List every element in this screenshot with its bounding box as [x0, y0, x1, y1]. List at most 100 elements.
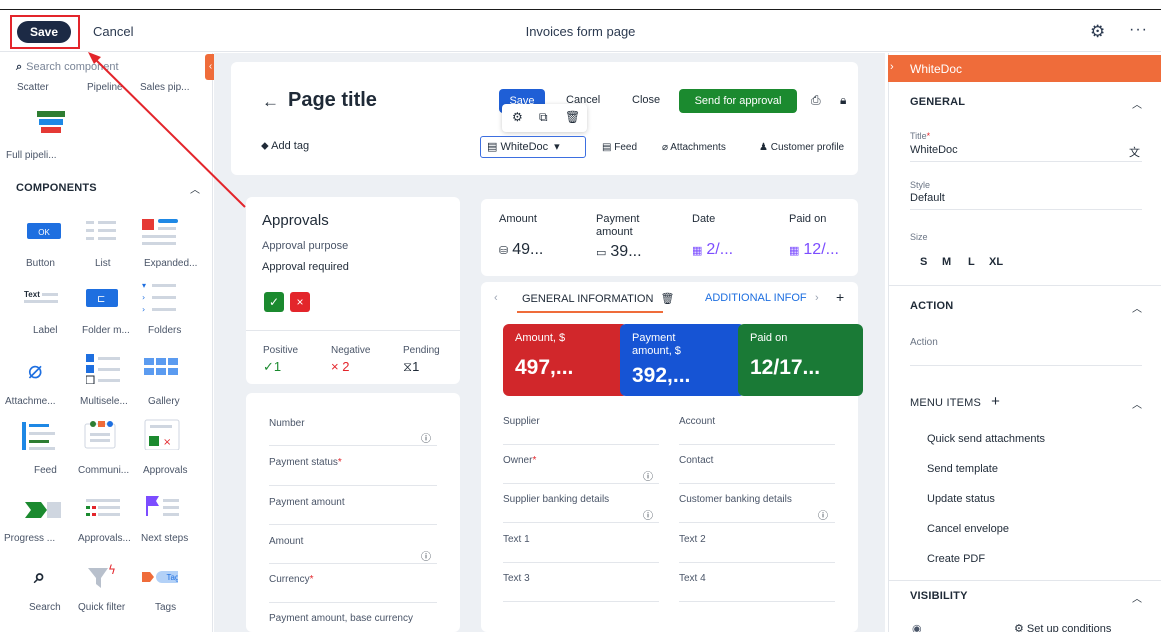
- printer-icon[interactable]: ⎙: [811, 93, 821, 108]
- palette-item-list[interactable]: List: [95, 258, 111, 269]
- info-icon[interactable]: ⓘ: [643, 507, 653, 522]
- funnel-chart-icon[interactable]: [34, 108, 70, 140]
- style-field-select[interactable]: Default: [910, 192, 945, 204]
- title-field-input[interactable]: WhiteDoc: [910, 144, 958, 156]
- palette-item-full-pipeline[interactable]: Full pipeli...: [6, 150, 57, 161]
- palette-item-attachments[interactable]: Attachme...: [5, 396, 56, 407]
- send-for-approval-button[interactable]: Send for approval: [679, 89, 797, 113]
- component-search[interactable]: ⌕ Search component: [16, 61, 119, 74]
- reject-button[interactable]: ×: [290, 292, 310, 312]
- palette-item-communication[interactable]: Communi...: [78, 465, 129, 476]
- tab-attachments[interactable]: ⌀ Attachments: [662, 142, 726, 153]
- add-tab-icon[interactable]: +: [836, 289, 844, 305]
- palette-item-approvals[interactable]: Approvals: [143, 465, 187, 476]
- folders-component-icon[interactable]: ▾ › ›: [142, 280, 178, 312]
- info-icon[interactable]: ⓘ: [421, 548, 431, 563]
- form-close-button[interactable]: Close: [632, 94, 660, 106]
- attachment-paperclip-icon[interactable]: ⌀: [24, 352, 60, 384]
- palette-item-progress[interactable]: Progress ...: [4, 533, 55, 544]
- field-text-4[interactable]: Text 4: [679, 573, 706, 584]
- field-customer-banking[interactable]: Customer banking details: [679, 494, 792, 505]
- info-icon[interactable]: ⓘ: [421, 430, 431, 445]
- palette-item-quick-filter[interactable]: Quick filter: [78, 602, 125, 613]
- field-payment-amount[interactable]: Payment amount: [269, 497, 345, 508]
- field-supplier[interactable]: Supplier: [503, 416, 540, 427]
- chevron-up-icon[interactable]: ︿: [190, 181, 200, 196]
- size-option-l[interactable]: L: [968, 256, 975, 268]
- copy-icon[interactable]: ⧉: [539, 110, 548, 125]
- menu-item-update-status[interactable]: Update status: [927, 493, 995, 505]
- palette-item-feed[interactable]: Feed: [34, 465, 57, 476]
- approve-button[interactable]: ✓: [264, 292, 284, 312]
- palette-item-tags[interactable]: Tags: [155, 602, 176, 613]
- palette-item-multiselect[interactable]: Multisele...: [80, 396, 128, 407]
- palette-item-sales-pipeline[interactable]: Sales pip...: [140, 82, 189, 93]
- field-text-1[interactable]: Text 1: [503, 534, 530, 545]
- collapse-right-panel-icon[interactable]: ›: [890, 61, 894, 73]
- quick-filter-icon[interactable]: ϟ: [88, 562, 124, 594]
- tab-additional-information[interactable]: ADDITIONAL INFOF: [705, 292, 807, 304]
- chevron-up-icon[interactable]: ︿: [1132, 300, 1142, 315]
- palette-item-approvals-list[interactable]: Approvals...: [78, 533, 131, 544]
- search-input[interactable]: Search component: [26, 61, 118, 73]
- search-component-icon[interactable]: ⌕: [34, 566, 45, 589]
- multiselect-component-icon[interactable]: [86, 352, 122, 384]
- field-amount[interactable]: Amount: [269, 536, 303, 547]
- field-contact[interactable]: Contact: [679, 455, 713, 466]
- approvals-list-icon[interactable]: [86, 496, 122, 528]
- palette-item-scatter[interactable]: Scatter: [17, 82, 49, 93]
- approvals-component-icon[interactable]: ×: [144, 418, 180, 450]
- trash-icon[interactable]: 🗑︎: [565, 110, 580, 124]
- progress-bar-icon[interactable]: [25, 498, 61, 530]
- label-component-icon[interactable]: Text: [24, 283, 60, 315]
- list-component-icon[interactable]: [84, 217, 120, 249]
- translate-icon[interactable]: 文: [1129, 144, 1140, 160]
- field-account[interactable]: Account: [679, 416, 715, 427]
- lock-icon[interactable]: 🔒︎: [840, 93, 846, 108]
- tab-customer-profile[interactable]: ♟ Customer profile: [759, 142, 844, 153]
- info-icon[interactable]: ⓘ: [818, 507, 828, 522]
- palette-item-button[interactable]: Button: [26, 258, 55, 269]
- next-steps-flag-icon[interactable]: [145, 494, 181, 526]
- chevron-up-icon[interactable]: ︿: [1132, 590, 1142, 605]
- settings-gear-icon[interactable]: ⚙: [1090, 22, 1105, 42]
- tabs-scroll-right-icon[interactable]: ›: [815, 292, 819, 304]
- palette-item-label[interactable]: Label: [33, 325, 57, 336]
- expanded-list-icon[interactable]: [142, 217, 178, 249]
- info-icon[interactable]: ⓘ: [643, 468, 653, 483]
- chevron-up-icon[interactable]: ︿: [1132, 96, 1142, 111]
- palette-item-gallery[interactable]: Gallery: [148, 396, 180, 407]
- paid-on-tile[interactable]: Paid on 12/17...: [738, 324, 863, 396]
- size-option-xl[interactable]: XL: [989, 256, 1003, 268]
- menu-item-quick-send[interactable]: Quick send attachments: [927, 433, 1045, 445]
- palette-item-pipeline[interactable]: Pipeline: [87, 82, 123, 93]
- add-menu-item-icon[interactable]: +: [991, 393, 1000, 410]
- field-text-2[interactable]: Text 2: [679, 534, 706, 545]
- element-settings-icon[interactable]: ⚙: [512, 110, 523, 124]
- summary-card[interactable]: [481, 199, 858, 276]
- menu-item-create-pdf[interactable]: Create PDF: [927, 553, 985, 565]
- tags-component-icon[interactable]: Tag: [142, 568, 178, 600]
- add-tag-button[interactable]: ⬥ Add tag: [261, 140, 309, 153]
- menu-item-cancel-envelope[interactable]: Cancel envelope: [927, 523, 1009, 535]
- menu-item-send-template[interactable]: Send template: [927, 463, 998, 475]
- more-options-icon[interactable]: ···: [1129, 21, 1148, 39]
- trash-icon[interactable]: 🗑︎: [660, 293, 674, 305]
- amount-tile[interactable]: Amount, $ 497,...: [503, 324, 628, 396]
- button-component-icon[interactable]: OK: [27, 217, 63, 249]
- field-payment-amount-base[interactable]: Payment amount, base currency: [269, 613, 413, 624]
- gallery-component-icon[interactable]: [144, 352, 180, 384]
- payment-amount-tile[interactable]: Payment amount, $ 392,...: [620, 324, 745, 396]
- palette-item-folders[interactable]: Folders: [148, 325, 181, 336]
- whitedoc-dropdown[interactable]: ▤ WhiteDoc ▾: [480, 136, 586, 158]
- size-option-s[interactable]: S: [920, 256, 927, 268]
- field-text-3[interactable]: Text 3: [503, 573, 530, 584]
- chevron-up-icon[interactable]: ︿: [1132, 396, 1142, 411]
- palette-item-folder-menu[interactable]: Folder m...: [82, 325, 130, 336]
- feed-component-icon[interactable]: [22, 420, 58, 452]
- palette-item-next-steps[interactable]: Next steps: [141, 533, 188, 544]
- back-arrow-icon[interactable]: ←: [262, 92, 279, 112]
- tabs-scroll-left-icon[interactable]: ‹: [494, 292, 498, 304]
- tab-general-information[interactable]: GENERAL INFORMATION 🗑︎: [522, 292, 674, 305]
- set-up-conditions-button[interactable]: ⚙ Set up conditions: [1014, 622, 1111, 632]
